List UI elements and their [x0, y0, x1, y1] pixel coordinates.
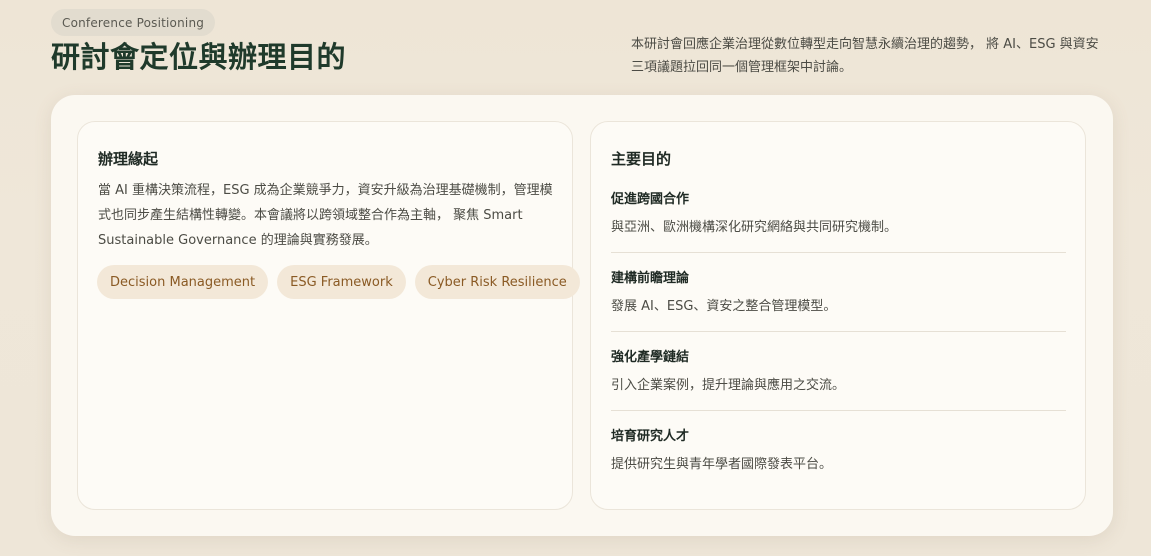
section-eyebrow-badge: Conference Positioning [51, 9, 216, 36]
goal-desc: 提供研究生與青年學者國際發表平台。 [611, 457, 833, 472]
goal-title: 強化產學鏈結 [611, 350, 690, 365]
background-card: 辦理緣起 當 AI 重構決策流程，ESG 成為企業競爭力，資安升級為治理基礎機制… [77, 121, 580, 510]
topic-tags: Decision Management ESG Framework Cyber … [97, 265, 580, 299]
goal-item: 促進跨國合作 與亞洲、歐洲機構深化研究網絡與共同研究機制。 [611, 190, 1066, 253]
goal-item: 建構前瞻理論 發展 AI、ESG、資安之整合管理模型。 [611, 269, 1066, 332]
goal-title: 建構前瞻理論 [611, 271, 690, 286]
page-title: 研討會定位與辦理目的 [51, 40, 347, 74]
goal-title: 培育研究人才 [611, 429, 690, 444]
goal-list: 促進跨國合作 與亞洲、歐洲機構深化研究網絡與共同研究機制。 建構前瞻理論 發展 … [611, 190, 1066, 489]
goal-item: 培育研究人才 提供研究生與青年學者國際發表平台。 [611, 427, 1066, 489]
background-heading: 辦理緣起 [98, 150, 159, 168]
background-body: 當 AI 重構決策流程，ESG 成為企業競爭力，資安升級為治理基礎機制，管理模式… [98, 183, 553, 248]
content-panel: 辦理緣起 當 AI 重構決策流程，ESG 成為企業競爭力，資安升級為治理基礎機制… [51, 95, 1113, 536]
goal-desc: 引入企業案例，提升理論與應用之交流。 [611, 378, 846, 393]
intro-text: 本研討會回應企業治理從數位轉型走向智慧永續治理的趨勢， 將 AI、ESG 與資安… [631, 37, 1099, 75]
goal-desc: 與亞洲、歐洲機構深化研究網絡與共同研究機制。 [611, 220, 898, 235]
goals-heading: 主要目的 [611, 150, 672, 168]
goal-title: 促進跨國合作 [611, 192, 690, 207]
goals-card: 主要目的 促進跨國合作 與亞洲、歐洲機構深化研究網絡與共同研究機制。 建構前瞻理… [590, 121, 1086, 510]
tag-cyber-risk-resilience: Cyber Risk Resilience [414, 265, 580, 299]
goal-desc: 發展 AI、ESG、資安之整合管理模型。 [611, 299, 837, 314]
tag-decision-management: Decision Management [97, 265, 269, 299]
goal-item: 強化產學鏈結 引入企業案例，提升理論與應用之交流。 [611, 348, 1066, 411]
tag-esg-framework: ESG Framework [277, 265, 406, 299]
